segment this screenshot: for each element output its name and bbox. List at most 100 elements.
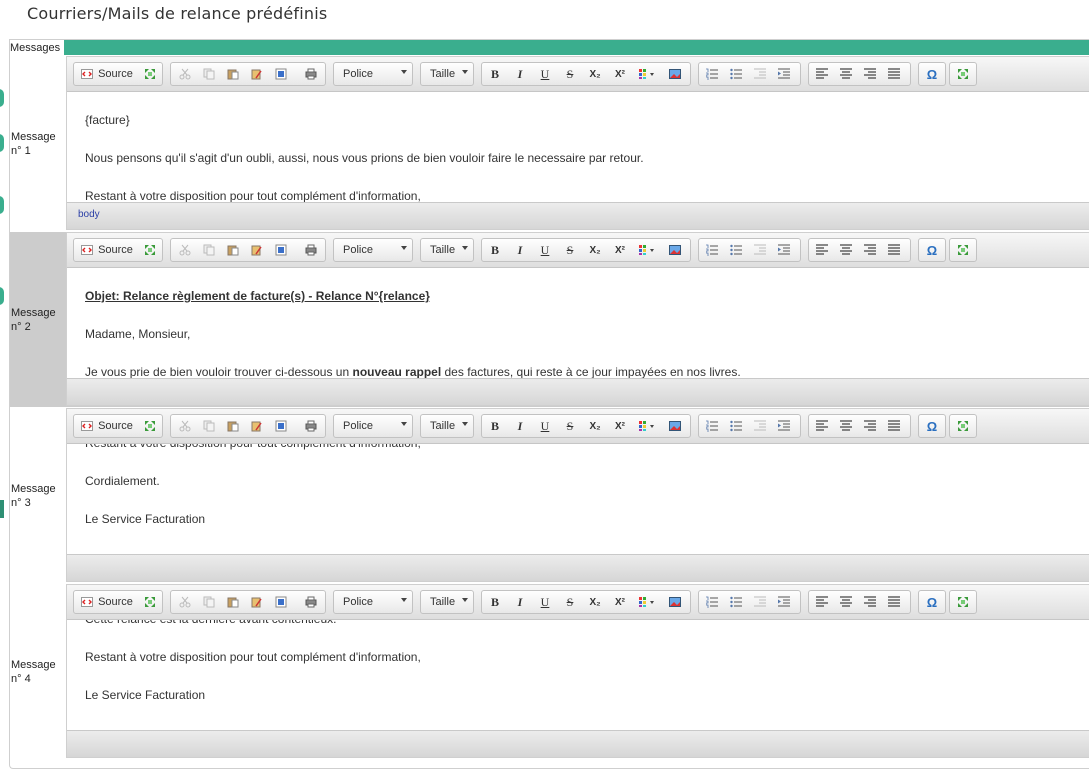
paste-word-button[interactable] [272, 593, 290, 611]
cut-button[interactable] [176, 241, 194, 259]
fullscreen-button[interactable] [953, 65, 973, 83]
align-center-button[interactable] [837, 593, 855, 611]
superscript-button[interactable]: X² [610, 417, 630, 435]
align-left-button[interactable] [813, 593, 831, 611]
source-button[interactable]: Source [77, 593, 137, 611]
justify-button[interactable] [885, 417, 903, 435]
subscript-button[interactable]: X₂ [585, 65, 605, 83]
paste-button[interactable] [224, 417, 242, 435]
special-char-button[interactable]: Ω [922, 65, 942, 83]
strikethrough-button[interactable]: S [560, 65, 580, 83]
align-left-button[interactable] [813, 417, 831, 435]
superscript-button[interactable]: X² [610, 65, 630, 83]
bullet-list-button[interactable] [727, 65, 745, 83]
strikethrough-button[interactable]: S [560, 593, 580, 611]
paste-text-button[interactable] [248, 593, 266, 611]
message-row[interactable]: Message n° 4 Source Police Taille B I U … [10, 584, 1089, 759]
rich-text-editor[interactable]: Source Police Taille B I U S X₂ [66, 584, 1089, 758]
side-tab-indicator[interactable] [0, 287, 4, 305]
underline-button[interactable]: U [535, 417, 555, 435]
numbered-list-button[interactable] [703, 241, 721, 259]
bold-button[interactable]: B [485, 241, 505, 259]
editor-content[interactable]: {facture} Nous pensons qu'il s'agit d'un … [85, 111, 1075, 202]
subscript-button[interactable]: X₂ [585, 417, 605, 435]
italic-button[interactable]: I [510, 417, 530, 435]
fullscreen-button[interactable] [953, 593, 973, 611]
subscript-button[interactable]: X₂ [585, 593, 605, 611]
editor-content[interactable]: Restant à votre disposition pour tout co… [85, 444, 1075, 548]
print-button[interactable] [302, 417, 320, 435]
paste-text-button[interactable] [248, 417, 266, 435]
fullscreen-button[interactable] [953, 417, 973, 435]
copy-button[interactable] [200, 65, 218, 83]
side-tab-indicator[interactable] [0, 89, 4, 107]
align-left-button[interactable] [813, 65, 831, 83]
rich-text-editor[interactable]: Source Police Taille B I U S X₂ [66, 232, 1089, 406]
print-button[interactable] [302, 241, 320, 259]
bullet-list-button[interactable] [727, 417, 745, 435]
subscript-button[interactable]: X₂ [585, 241, 605, 259]
align-right-button[interactable] [861, 417, 879, 435]
fullscreen-button[interactable] [953, 241, 973, 259]
underline-button[interactable]: U [535, 241, 555, 259]
maximize-button[interactable] [141, 65, 159, 83]
source-button[interactable]: Source [77, 417, 137, 435]
indent-button[interactable] [775, 65, 793, 83]
message-row[interactable]: Message n° 3 Source Police Taille B I U … [10, 408, 1089, 583]
element-path[interactable]: body [78, 209, 100, 220]
maximize-button[interactable] [141, 241, 159, 259]
rich-text-editor[interactable]: Source Police Taille B I U S X₂ [66, 56, 1089, 230]
paste-word-button[interactable] [272, 65, 290, 83]
indent-button[interactable] [775, 241, 793, 259]
align-right-button[interactable] [861, 65, 879, 83]
italic-button[interactable]: I [510, 65, 530, 83]
cut-button[interactable] [176, 417, 194, 435]
bullet-list-button[interactable] [727, 241, 745, 259]
superscript-button[interactable]: X² [610, 593, 630, 611]
paste-button[interactable] [224, 65, 242, 83]
side-tab-indicator[interactable] [0, 196, 4, 214]
side-tab-indicator[interactable] [0, 134, 4, 152]
justify-button[interactable] [885, 241, 903, 259]
message-row[interactable]: Message n° 2 Source Police Taille B I U … [10, 232, 1089, 407]
superscript-button[interactable]: X² [610, 241, 630, 259]
special-char-button[interactable]: Ω [922, 241, 942, 259]
rich-text-editor[interactable]: Source Police Taille B I U S X₂ [66, 408, 1089, 582]
outdent-button[interactable] [751, 593, 769, 611]
font-select[interactable]: Police [333, 238, 413, 262]
size-select[interactable]: Taille [420, 62, 474, 86]
justify-button[interactable] [885, 65, 903, 83]
align-left-button[interactable] [813, 241, 831, 259]
paste-text-button[interactable] [248, 65, 266, 83]
source-button[interactable]: Source [77, 241, 137, 259]
text-color-button[interactable] [638, 65, 658, 83]
align-center-button[interactable] [837, 417, 855, 435]
indent-button[interactable] [775, 593, 793, 611]
text-color-button[interactable] [638, 593, 658, 611]
copy-button[interactable] [200, 241, 218, 259]
copy-button[interactable] [200, 593, 218, 611]
text-color-button[interactable] [638, 417, 658, 435]
italic-button[interactable]: I [510, 241, 530, 259]
align-right-button[interactable] [861, 593, 879, 611]
bold-button[interactable]: B [485, 65, 505, 83]
bold-button[interactable]: B [485, 593, 505, 611]
numbered-list-button[interactable] [703, 417, 721, 435]
numbered-list-button[interactable] [703, 593, 721, 611]
bold-button[interactable]: B [485, 417, 505, 435]
print-button[interactable] [302, 593, 320, 611]
cut-button[interactable] [176, 593, 194, 611]
bg-color-button[interactable] [665, 241, 685, 259]
bullet-list-button[interactable] [727, 593, 745, 611]
font-select[interactable]: Police [333, 590, 413, 614]
bg-color-button[interactable] [665, 417, 685, 435]
paste-word-button[interactable] [272, 417, 290, 435]
paste-word-button[interactable] [272, 241, 290, 259]
print-button[interactable] [302, 65, 320, 83]
bg-color-button[interactable] [665, 65, 685, 83]
message-row[interactable]: Message n° 1 Source Police Taille B I U … [10, 56, 1089, 231]
outdent-button[interactable] [751, 417, 769, 435]
side-tab-indicator[interactable] [0, 500, 4, 518]
paste-text-button[interactable] [248, 241, 266, 259]
align-center-button[interactable] [837, 241, 855, 259]
